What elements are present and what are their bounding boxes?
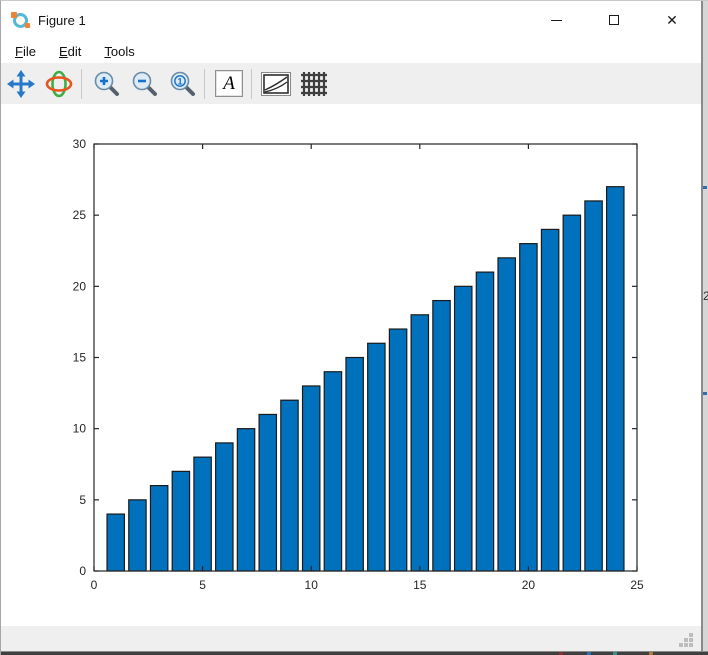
title-bar[interactable]: Figure 1 ✕ <box>1 1 701 39</box>
bar <box>324 372 341 571</box>
y-tick-label: 25 <box>73 208 87 222</box>
svg-text:1: 1 <box>177 77 182 87</box>
bar <box>129 500 146 571</box>
bar <box>237 429 254 571</box>
bar <box>411 315 428 571</box>
bar-chart: 0 5 10 15 20 25 0 5 10 15 20 25 30 <box>1 104 701 626</box>
insert-text-tool-button[interactable]: A <box>211 67 247 101</box>
grid-icon <box>301 72 327 96</box>
y-tick-label: 10 <box>73 422 87 436</box>
bar <box>303 386 320 571</box>
bar <box>216 443 233 571</box>
bar <box>455 286 472 571</box>
bar <box>498 258 515 571</box>
x-tick-label: 15 <box>413 578 427 592</box>
status-bar <box>1 626 701 651</box>
toolbar: 1 A <box>1 63 701 104</box>
background-partial-text: 2 <box>703 289 708 303</box>
bar <box>107 514 124 571</box>
menu-bar: File Edit Tools <box>1 39 701 63</box>
text-a-icon: A <box>215 70 243 97</box>
zoom-original-tool-button[interactable]: 1 <box>164 67 200 101</box>
zoom-in-icon <box>93 70 120 97</box>
bar <box>346 358 363 572</box>
bar <box>259 414 276 571</box>
bar <box>541 229 558 571</box>
zoom-out-tool-button[interactable] <box>126 67 162 101</box>
toolbar-separator <box>251 69 252 99</box>
bar <box>607 187 624 571</box>
axes-tool-button[interactable] <box>258 67 294 101</box>
x-tick-label: 10 <box>305 578 319 592</box>
bar <box>433 301 450 571</box>
zoom-out-icon <box>131 70 158 97</box>
bar <box>281 400 298 571</box>
x-tick-label: 5 <box>199 578 206 592</box>
window-title: Figure 1 <box>38 13 86 28</box>
pan-icon <box>7 70 35 98</box>
minimize-icon <box>551 20 562 21</box>
axes-icon <box>261 72 291 96</box>
minimize-button[interactable] <box>527 1 585 39</box>
y-tick-label: 5 <box>79 493 86 507</box>
octave-logo-icon <box>12 12 29 29</box>
grid-tool-button[interactable] <box>296 67 332 101</box>
maximize-button[interactable] <box>585 1 643 39</box>
bar <box>563 215 580 571</box>
pan-tool-button[interactable] <box>3 67 39 101</box>
toolbar-separator <box>81 69 82 99</box>
close-icon: ✕ <box>666 13 678 27</box>
rotate-tool-button[interactable] <box>41 67 77 101</box>
bar <box>150 486 167 571</box>
rotate-icon <box>45 70 73 98</box>
bar <box>368 343 385 571</box>
x-tick-label: 25 <box>630 578 644 592</box>
menu-tools[interactable]: Tools <box>95 42 143 61</box>
figure-canvas[interactable]: 0 5 10 15 20 25 0 5 10 15 20 25 30 <box>1 104 701 626</box>
menu-file[interactable]: File <box>6 42 45 61</box>
toolbar-separator <box>204 69 205 99</box>
y-tick-label: 30 <box>73 137 87 151</box>
maximize-icon <box>609 15 619 25</box>
background-taskbar-strip <box>1 651 708 655</box>
bar <box>172 471 189 571</box>
background-window-edge: 2 <box>701 1 708 651</box>
zoom-original-icon: 1 <box>169 70 196 97</box>
bar <box>389 329 406 571</box>
zoom-in-tool-button[interactable] <box>88 67 124 101</box>
y-tick-label: 20 <box>73 279 87 293</box>
bar <box>520 244 537 571</box>
x-tick-label: 0 <box>91 578 98 592</box>
bar <box>476 272 493 571</box>
bar <box>585 201 602 571</box>
bar <box>194 457 211 571</box>
close-button[interactable]: ✕ <box>643 1 701 39</box>
figure-window: Figure 1 ✕ File Edit Tools <box>0 0 708 655</box>
x-tick-label: 20 <box>522 578 536 592</box>
y-tick-label: 0 <box>79 564 86 578</box>
resize-grip-icon[interactable] <box>678 633 693 647</box>
y-tick-label: 15 <box>73 351 87 365</box>
menu-edit[interactable]: Edit <box>50 42 90 61</box>
